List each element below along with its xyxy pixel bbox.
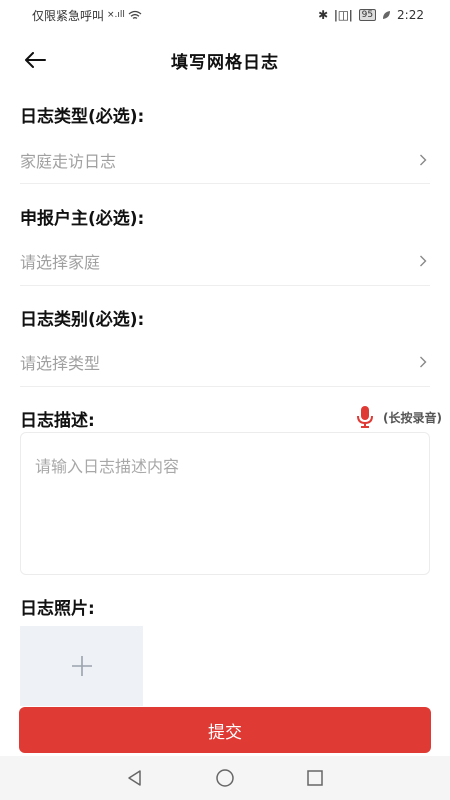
wifi-icon <box>128 10 142 19</box>
header: 填写网格日志 <box>0 38 450 82</box>
log-type-value: 家庭走访日志 <box>20 151 117 171</box>
page-title: 填写网格日志 <box>171 52 279 73</box>
nav-back-button[interactable] <box>120 763 150 793</box>
leaf-icon <box>383 11 391 19</box>
back-button[interactable] <box>18 46 52 74</box>
status-time: 2:22 <box>397 8 424 22</box>
screen: 仅限紧急呼叫 ×.ıll ✱ ǀ◫ǀ 95 2:22 填写网格日志 日志类型(必… <box>0 0 450 800</box>
submit-button[interactable]: 提交 <box>19 707 431 753</box>
vibrate-icon: ǀ◫ǀ <box>334 8 353 22</box>
microphone-icon <box>357 406 374 428</box>
chevron-right-icon <box>416 254 430 268</box>
status-bar: 仅限紧急呼叫 ×.ıll ✱ ǀ◫ǀ 95 2:22 <box>0 0 450 30</box>
nav-recent-button[interactable] <box>300 763 330 793</box>
system-nav-bar <box>0 756 450 800</box>
carrier-text: 仅限紧急呼叫 <box>32 8 105 23</box>
description-placeholder: 请输入日志描述内容 <box>35 457 180 476</box>
chevron-right-icon <box>416 355 430 369</box>
nav-back-icon <box>128 770 141 786</box>
nav-recent-icon <box>307 770 323 786</box>
log-category-placeholder: 请选择类型 <box>20 354 101 373</box>
description-label: 日志描述: <box>20 411 95 431</box>
nav-home-button[interactable] <box>210 763 240 793</box>
plus-icon <box>71 656 92 676</box>
nav-home-icon <box>216 769 234 787</box>
household-placeholder: 请选择家庭 <box>20 252 101 272</box>
household-select[interactable]: 请选择家庭 <box>20 236 430 286</box>
log-category-label: 日志类别(必选): <box>20 310 145 330</box>
household-label: 申报户主(必选): <box>20 209 145 229</box>
add-photo-button[interactable] <box>20 626 143 706</box>
log-type-select[interactable]: 家庭走访日志 <box>20 136 430 184</box>
back-arrow-icon <box>25 52 46 68</box>
voice-record-button[interactable]: (长按录音) <box>355 404 442 430</box>
description-textarea[interactable]: 请输入日志描述内容 <box>20 432 430 575</box>
status-right: ✱ ǀ◫ǀ 95 2:22 <box>318 8 424 22</box>
battery-icon: 95 <box>358 9 377 21</box>
log-category-select[interactable]: 请选择类型 <box>20 338 430 387</box>
status-left: 仅限紧急呼叫 ×.ıll <box>32 7 142 24</box>
signal-icon: ×.ıll <box>107 10 125 20</box>
photos-label: 日志照片: <box>20 599 95 619</box>
log-type-label: 日志类型(必选): <box>20 107 145 127</box>
chevron-right-icon <box>416 153 430 167</box>
bluetooth-icon: ✱ <box>318 8 329 22</box>
voice-hint-text: (长按录音) <box>383 410 442 425</box>
